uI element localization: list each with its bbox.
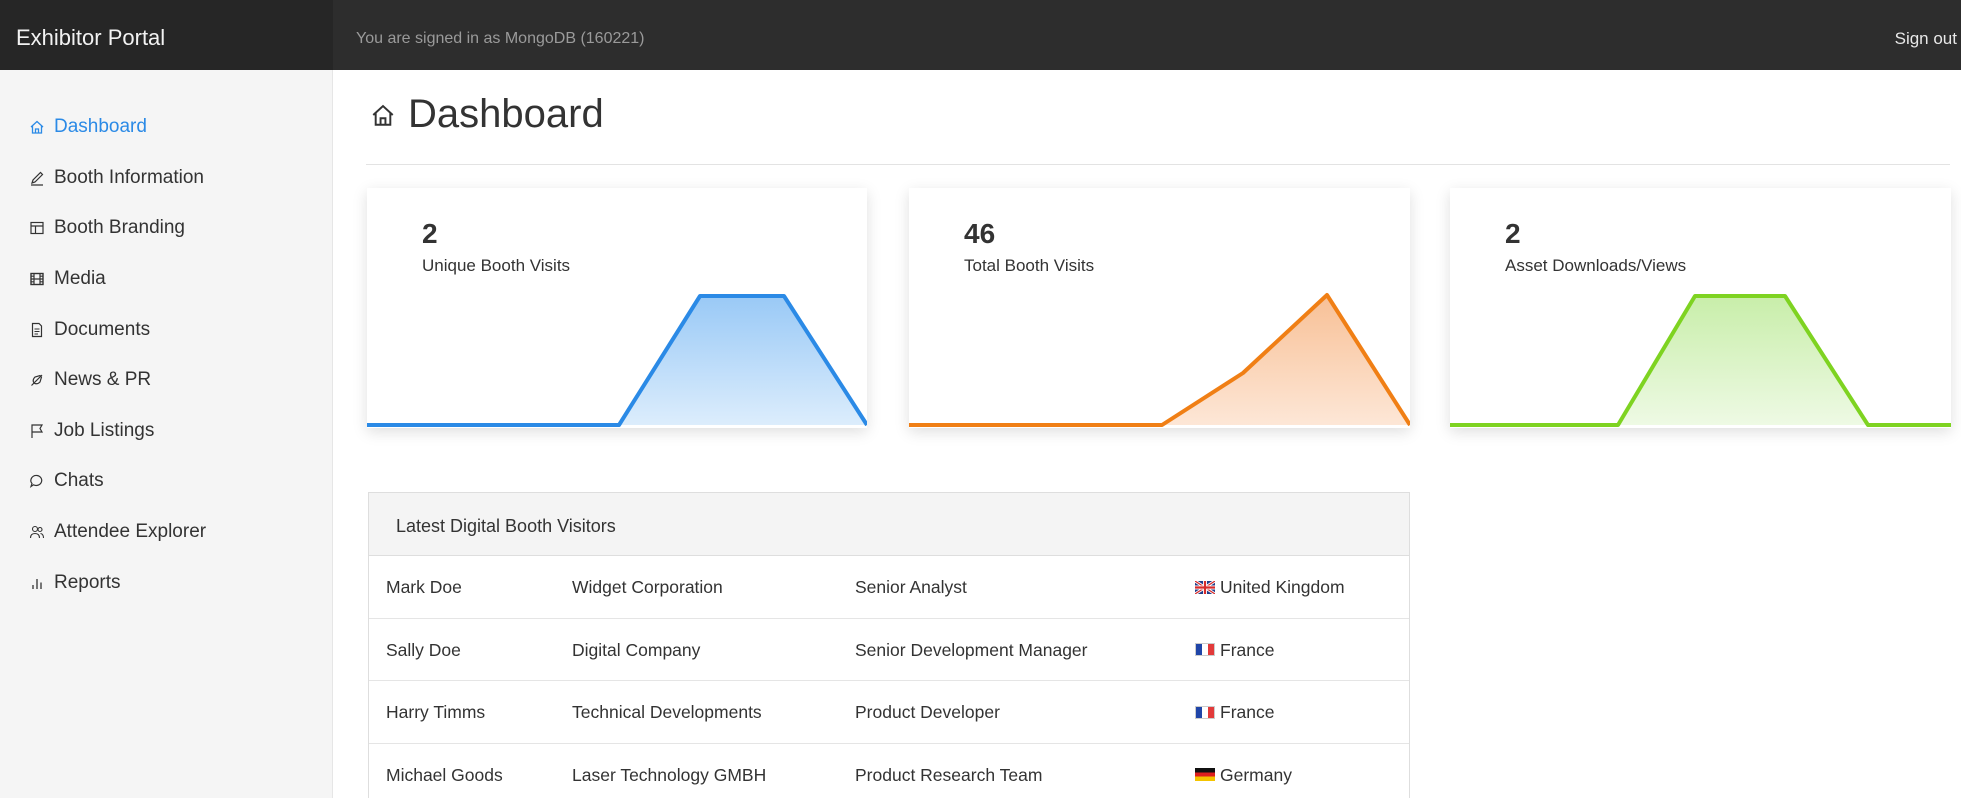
sidebar-item-label: Documents — [54, 318, 151, 340]
visitor-country: France — [1195, 619, 1274, 681]
visitor-name: Mark Doe — [386, 577, 462, 597]
page-title: Dashboard — [368, 92, 604, 137]
page-title-text: Dashboard — [408, 92, 604, 136]
stat-card-total-visits: 46 Total Booth Visits — [909, 188, 1410, 428]
visitor-name: Harry Timms — [386, 702, 486, 722]
visitor-country: Germany — [1195, 744, 1292, 798]
visitor-role: Product Developer — [855, 702, 1000, 722]
document-icon — [26, 322, 48, 338]
sidebar-item-job-listings[interactable]: Job Listings — [0, 406, 332, 457]
stat-value: 46 — [964, 218, 996, 249]
sidebar-item-label: Reports — [54, 571, 121, 593]
stat-label: Unique Booth Visits — [422, 256, 571, 275]
sparkline-chart — [1450, 294, 1951, 427]
sidebar-item-label: Booth Information — [54, 166, 204, 188]
sidebar-item-documents[interactable]: Documents — [0, 304, 332, 355]
visitor-company: Technical Developments — [572, 702, 762, 722]
table-row[interactable]: Michael Goods Laser Technology GMBH Prod… — [369, 744, 1409, 798]
table-row[interactable]: Harry Timms Technical Developments Produ… — [369, 681, 1409, 744]
sidebar-item-label: Dashboard — [54, 116, 147, 138]
sidebar: Dashboard Booth Information Booth Brandi… — [0, 70, 333, 798]
sparkline-area — [909, 295, 1410, 425]
sidebar-item-media[interactable]: Media — [0, 254, 332, 305]
sidebar-item-attendee-explorer[interactable]: Attendee Explorer — [0, 507, 332, 558]
visitor-role: Product Research Team — [855, 764, 1043, 785]
megaphone-icon — [26, 372, 48, 388]
home-icon — [26, 119, 48, 135]
layout-icon — [26, 220, 48, 236]
visitor-company: Widget Corporation — [572, 577, 723, 597]
stat-label: Asset Downloads/Views — [1505, 256, 1687, 275]
table-row[interactable]: Sally Doe Digital Company Senior Develop… — [369, 619, 1409, 681]
country-label: France — [1220, 639, 1275, 660]
stat-card-unique-visits: 2 Unique Booth Visits — [367, 188, 867, 428]
chat-icon — [26, 473, 48, 489]
sidebar-item-dashboard[interactable]: Dashboard — [0, 102, 332, 153]
latest-visitors-panel: Latest Digital Booth Visitors Mark Doe W… — [368, 492, 1410, 798]
bar-chart-icon — [26, 575, 48, 591]
sparkline-area — [1450, 296, 1951, 425]
sidebar-item-label: Job Listings — [54, 419, 155, 441]
flag-icon — [26, 423, 48, 439]
top-bar: Exhibitor Portal You are signed in as Mo… — [0, 0, 1961, 70]
sidebar-item-label: Media — [54, 268, 106, 290]
visitor-company: Laser Technology GMBH — [572, 764, 767, 785]
visitor-role: Senior Analyst — [855, 577, 967, 597]
sign-out-link[interactable]: Sign out — [1895, 0, 1961, 70]
sidebar-item-label: Booth Branding — [54, 217, 185, 239]
visitor-name: Sally Doe — [386, 639, 461, 660]
visitor-name: Michael Goods — [386, 764, 503, 785]
signed-in-status: You are signed in as MongoDB (160221) — [356, 30, 645, 47]
home-icon — [368, 102, 398, 128]
sidebar-item-chats[interactable]: Chats — [0, 456, 332, 507]
sparkline-chart — [367, 294, 867, 427]
stat-value: 2 — [422, 218, 438, 249]
sidebar-item-booth-branding[interactable]: Booth Branding — [0, 203, 332, 254]
visitor-role: Senior Development Manager — [855, 639, 1088, 660]
sparkline-area — [367, 296, 867, 425]
country-label: France — [1220, 702, 1275, 722]
sidebar-item-label: News & PR — [54, 369, 152, 391]
germany-flag-icon — [1195, 768, 1215, 781]
france-flag-icon — [1195, 705, 1215, 719]
title-divider — [366, 164, 1950, 165]
film-icon — [26, 271, 48, 287]
table-row[interactable]: Mark Doe Widget Corporation Senior Analy… — [369, 556, 1409, 619]
stat-value: 2 — [1505, 218, 1521, 249]
sidebar-item-label: Attendee Explorer — [54, 521, 207, 543]
visitor-country: United Kingdom — [1195, 556, 1345, 618]
users-icon — [26, 524, 48, 540]
sidebar-item-booth-information[interactable]: Booth Information — [0, 153, 332, 204]
brand-title[interactable]: Exhibitor Portal — [0, 0, 333, 70]
uk-flag-icon — [1195, 580, 1215, 594]
pencil-icon — [26, 170, 48, 186]
stat-label: Total Booth Visits — [964, 256, 1095, 275]
sidebar-item-news-pr[interactable]: News & PR — [0, 355, 332, 406]
sidebar-item-reports[interactable]: Reports — [0, 557, 332, 608]
country-label: United Kingdom — [1220, 577, 1345, 597]
visitor-company: Digital Company — [572, 639, 701, 660]
panel-heading: Latest Digital Booth Visitors — [369, 493, 1409, 556]
stat-card-asset-downloads: 2 Asset Downloads/Views — [1450, 188, 1951, 428]
visitor-country: France — [1195, 681, 1274, 743]
country-label: Germany — [1220, 764, 1292, 785]
sidebar-item-label: Chats — [54, 470, 104, 492]
france-flag-icon — [1195, 643, 1215, 656]
